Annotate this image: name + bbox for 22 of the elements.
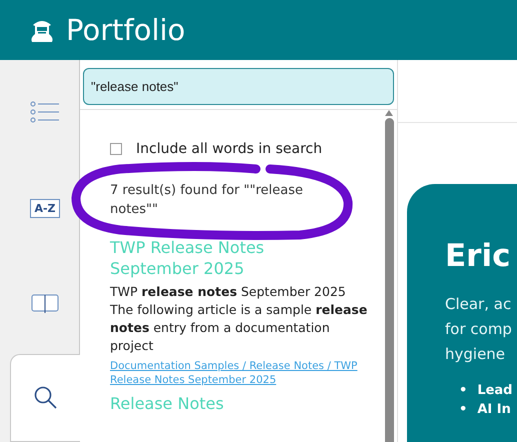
- list-icon: [30, 101, 60, 123]
- scroll-up-icon[interactable]: [385, 110, 393, 116]
- bullet-item: Lead: [477, 382, 512, 400]
- app-title: Portfolio: [66, 13, 186, 47]
- search-icon: [34, 386, 58, 410]
- hero-text: Clear, ac for comp hygiene: [445, 294, 513, 365]
- result-link[interactable]: Release Notes: [110, 393, 300, 414]
- bullet-item: AI In: [477, 401, 511, 419]
- checkbox-label: Include all words in search: [136, 141, 322, 157]
- bullet-marker: •: [459, 401, 468, 419]
- hero-heading: Eric: [445, 237, 510, 276]
- search-tab[interactable]: [10, 354, 80, 442]
- result-snippet: TWP release notes September 2025 The following article is a sample release notes entry from a documentation project: [110, 283, 368, 355]
- index-label: A-Z: [30, 198, 60, 218]
- bullet-marker: •: [459, 382, 468, 400]
- scrollbar-thumb[interactable]: [384, 118, 394, 442]
- book-icon: [31, 294, 59, 314]
- breadcrumb-link[interactable]: Documentation Samples / Release Notes / TWP Release Notes September 2025: [110, 359, 369, 387]
- search-field[interactable]: "release notes": [83, 68, 394, 105]
- result-count: 7 result(s) found for ""release notes"": [110, 182, 304, 219]
- checkbox[interactable]: [110, 143, 122, 155]
- result-link[interactable]: TWP Release Notes September 2025: [110, 237, 300, 279]
